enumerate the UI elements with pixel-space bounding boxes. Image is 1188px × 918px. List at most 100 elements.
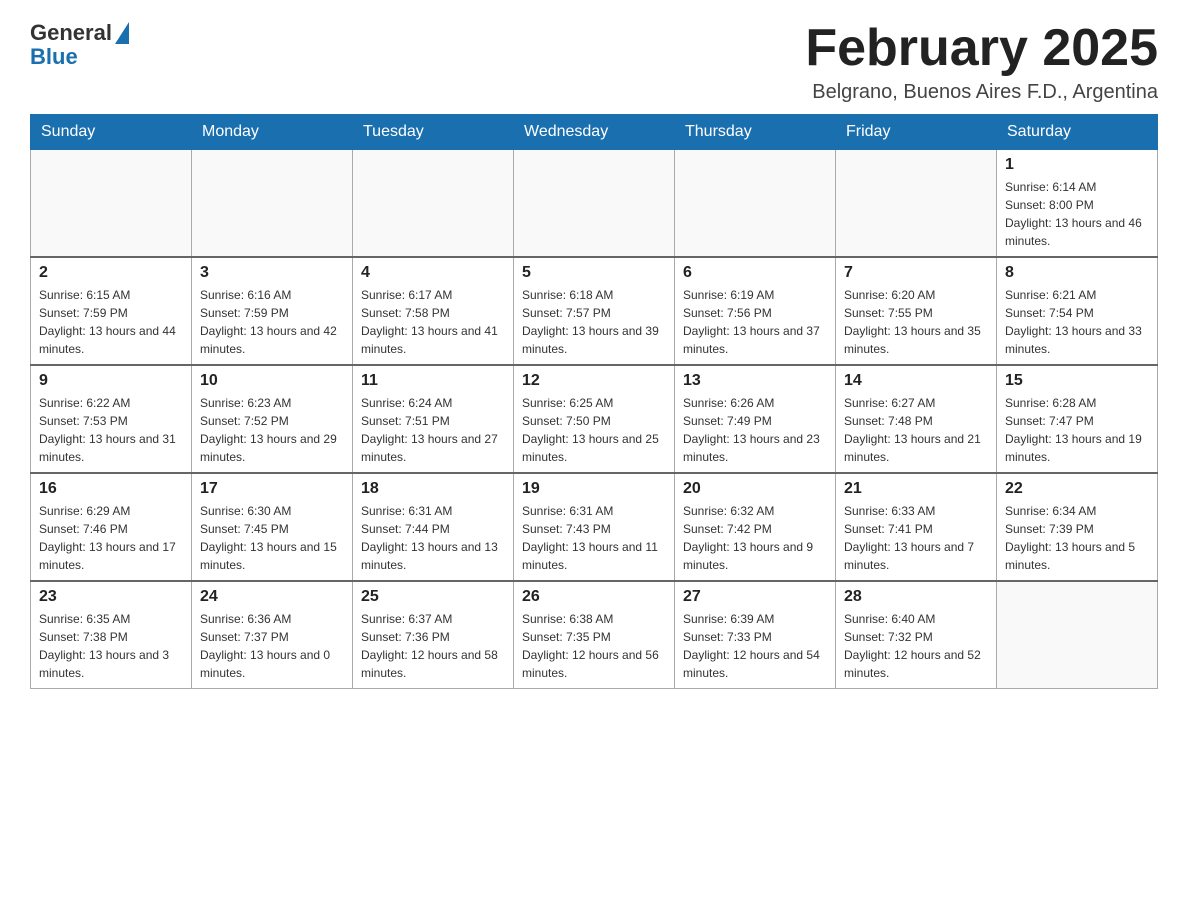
calendar-day-cell: 15 Sunrise: 6:28 AM Sunset: 7:47 PM Dayli… (997, 365, 1158, 473)
logo: General Blue (30, 20, 129, 70)
calendar-day-cell: 3 Sunrise: 6:16 AM Sunset: 7:59 PM Daylig… (192, 257, 353, 365)
day-number: 13 (683, 372, 827, 390)
calendar-table: SundayMondayTuesdayWednesdayThursdayFrid… (30, 114, 1158, 689)
day-number: 8 (1005, 264, 1149, 282)
calendar-day-cell: 21 Sunrise: 6:33 AM Sunset: 7:41 PM Dayli… (836, 473, 997, 581)
calendar-day-cell: 11 Sunrise: 6:24 AM Sunset: 7:51 PM Dayli… (353, 365, 514, 473)
calendar-day-cell (192, 150, 353, 258)
calendar-day-cell: 9Sunrise: 6:22 AM Sunset: 7:53 PM Daylig… (31, 365, 192, 473)
calendar-week-row: 23 Sunrise: 6:35 AM Sunset: 7:38 PM Dayli… (31, 581, 1158, 689)
calendar-day-cell: 14Sunrise: 6:27 AM Sunset: 7:48 PM Dayli… (836, 365, 997, 473)
calendar-day-cell: 18 Sunrise: 6:31 AM Sunset: 7:44 PM Dayli… (353, 473, 514, 581)
day-number: 1 (1005, 156, 1149, 174)
day-number: 14 (844, 372, 988, 390)
day-info: Sunrise: 6:30 AM Sunset: 7:45 PM Dayligh… (200, 502, 344, 574)
day-number: 6 (683, 264, 827, 282)
column-header-thursday: Thursday (675, 115, 836, 150)
day-info: Sunrise: 6:24 AM Sunset: 7:51 PM Dayligh… (361, 394, 505, 466)
calendar-week-row: 16Sunrise: 6:29 AM Sunset: 7:46 PM Dayli… (31, 473, 1158, 581)
day-number: 27 (683, 588, 827, 606)
day-info: Sunrise: 6:19 AM Sunset: 7:56 PM Dayligh… (683, 286, 827, 358)
logo-blue-text: Blue (30, 44, 78, 70)
day-info: Sunrise: 6:20 AM Sunset: 7:55 PM Dayligh… (844, 286, 988, 358)
day-info: Sunrise: 6:23 AM Sunset: 7:52 PM Dayligh… (200, 394, 344, 466)
calendar-day-cell: 22Sunrise: 6:34 AM Sunset: 7:39 PM Dayli… (997, 473, 1158, 581)
calendar-day-cell: 4 Sunrise: 6:17 AM Sunset: 7:58 PM Daylig… (353, 257, 514, 365)
day-number: 20 (683, 480, 827, 498)
day-info: Sunrise: 6:21 AM Sunset: 7:54 PM Dayligh… (1005, 286, 1149, 358)
calendar-day-cell: 10Sunrise: 6:23 AM Sunset: 7:52 PM Dayli… (192, 365, 353, 473)
day-info: Sunrise: 6:36 AM Sunset: 7:37 PM Dayligh… (200, 610, 344, 682)
calendar-day-cell: 7 Sunrise: 6:20 AM Sunset: 7:55 PM Daylig… (836, 257, 997, 365)
calendar-day-cell: 26Sunrise: 6:38 AM Sunset: 7:35 PM Dayli… (514, 581, 675, 689)
day-info: Sunrise: 6:35 AM Sunset: 7:38 PM Dayligh… (39, 610, 183, 682)
day-number: 18 (361, 480, 505, 498)
day-info: Sunrise: 6:32 AM Sunset: 7:42 PM Dayligh… (683, 502, 827, 574)
day-number: 24 (200, 588, 344, 606)
month-title: February 2025 (805, 20, 1158, 77)
calendar-week-row: 1 Sunrise: 6:14 AM Sunset: 8:00 PM Daylig… (31, 150, 1158, 258)
day-info: Sunrise: 6:40 AM Sunset: 7:32 PM Dayligh… (844, 610, 988, 682)
day-info: Sunrise: 6:37 AM Sunset: 7:36 PM Dayligh… (361, 610, 505, 682)
calendar-day-cell: 24 Sunrise: 6:36 AM Sunset: 7:37 PM Dayli… (192, 581, 353, 689)
day-info: Sunrise: 6:17 AM Sunset: 7:58 PM Dayligh… (361, 286, 505, 358)
column-header-wednesday: Wednesday (514, 115, 675, 150)
column-header-friday: Friday (836, 115, 997, 150)
day-number: 21 (844, 480, 988, 498)
day-number: 5 (522, 264, 666, 282)
day-info: Sunrise: 6:29 AM Sunset: 7:46 PM Dayligh… (39, 502, 183, 574)
day-number: 19 (522, 480, 666, 498)
day-number: 15 (1005, 372, 1149, 390)
day-info: Sunrise: 6:15 AM Sunset: 7:59 PM Dayligh… (39, 286, 183, 358)
calendar-day-cell (997, 581, 1158, 689)
calendar-day-cell: 1 Sunrise: 6:14 AM Sunset: 8:00 PM Daylig… (997, 150, 1158, 258)
calendar-day-cell (353, 150, 514, 258)
day-info: Sunrise: 6:34 AM Sunset: 7:39 PM Dayligh… (1005, 502, 1149, 574)
day-info: Sunrise: 6:25 AM Sunset: 7:50 PM Dayligh… (522, 394, 666, 466)
day-number: 23 (39, 588, 183, 606)
day-info: Sunrise: 6:14 AM Sunset: 8:00 PM Dayligh… (1005, 178, 1149, 250)
day-info: Sunrise: 6:16 AM Sunset: 7:59 PM Dayligh… (200, 286, 344, 358)
day-info: Sunrise: 6:22 AM Sunset: 7:53 PM Dayligh… (39, 394, 183, 466)
calendar-day-cell: 20 Sunrise: 6:32 AM Sunset: 7:42 PM Dayli… (675, 473, 836, 581)
day-info: Sunrise: 6:31 AM Sunset: 7:44 PM Dayligh… (361, 502, 505, 574)
day-number: 26 (522, 588, 666, 606)
day-number: 7 (844, 264, 988, 282)
calendar-day-cell: 17Sunrise: 6:30 AM Sunset: 7:45 PM Dayli… (192, 473, 353, 581)
logo-triangle-icon (115, 22, 129, 44)
day-number: 2 (39, 264, 183, 282)
calendar-day-cell: 19 Sunrise: 6:31 AM Sunset: 7:43 PM Dayli… (514, 473, 675, 581)
day-number: 4 (361, 264, 505, 282)
calendar-day-cell (31, 150, 192, 258)
day-number: 28 (844, 588, 988, 606)
day-info: Sunrise: 6:18 AM Sunset: 7:57 PM Dayligh… (522, 286, 666, 358)
calendar-day-cell: 5 Sunrise: 6:18 AM Sunset: 7:57 PM Daylig… (514, 257, 675, 365)
title-block: February 2025 Belgrano, Buenos Aires F.D… (805, 20, 1158, 104)
calendar-day-cell (514, 150, 675, 258)
calendar-day-cell: 28 Sunrise: 6:40 AM Sunset: 7:32 PM Dayli… (836, 581, 997, 689)
logo-general-text: General (30, 20, 112, 46)
day-number: 25 (361, 588, 505, 606)
calendar-day-cell: 25 Sunrise: 6:37 AM Sunset: 7:36 PM Dayli… (353, 581, 514, 689)
day-info: Sunrise: 6:31 AM Sunset: 7:43 PM Dayligh… (522, 502, 666, 574)
day-info: Sunrise: 6:33 AM Sunset: 7:41 PM Dayligh… (844, 502, 988, 574)
day-info: Sunrise: 6:28 AM Sunset: 7:47 PM Dayligh… (1005, 394, 1149, 466)
calendar-day-cell: 27 Sunrise: 6:39 AM Sunset: 7:33 PM Dayli… (675, 581, 836, 689)
day-number: 3 (200, 264, 344, 282)
calendar-day-cell: 12 Sunrise: 6:25 AM Sunset: 7:50 PM Dayli… (514, 365, 675, 473)
calendar-day-cell (675, 150, 836, 258)
calendar-day-cell (836, 150, 997, 258)
column-header-tuesday: Tuesday (353, 115, 514, 150)
calendar-week-row: 2 Sunrise: 6:15 AM Sunset: 7:59 PM Daylig… (31, 257, 1158, 365)
location-text: Belgrano, Buenos Aires F.D., Argentina (805, 81, 1158, 104)
column-header-saturday: Saturday (997, 115, 1158, 150)
calendar-day-cell: 23 Sunrise: 6:35 AM Sunset: 7:38 PM Dayli… (31, 581, 192, 689)
calendar-header-row: SundayMondayTuesdayWednesdayThursdayFrid… (31, 115, 1158, 150)
calendar-day-cell: 13Sunrise: 6:26 AM Sunset: 7:49 PM Dayli… (675, 365, 836, 473)
calendar-week-row: 9Sunrise: 6:22 AM Sunset: 7:53 PM Daylig… (31, 365, 1158, 473)
calendar-day-cell: 16Sunrise: 6:29 AM Sunset: 7:46 PM Dayli… (31, 473, 192, 581)
day-number: 11 (361, 372, 505, 390)
day-info: Sunrise: 6:39 AM Sunset: 7:33 PM Dayligh… (683, 610, 827, 682)
column-header-sunday: Sunday (31, 115, 192, 150)
day-number: 12 (522, 372, 666, 390)
